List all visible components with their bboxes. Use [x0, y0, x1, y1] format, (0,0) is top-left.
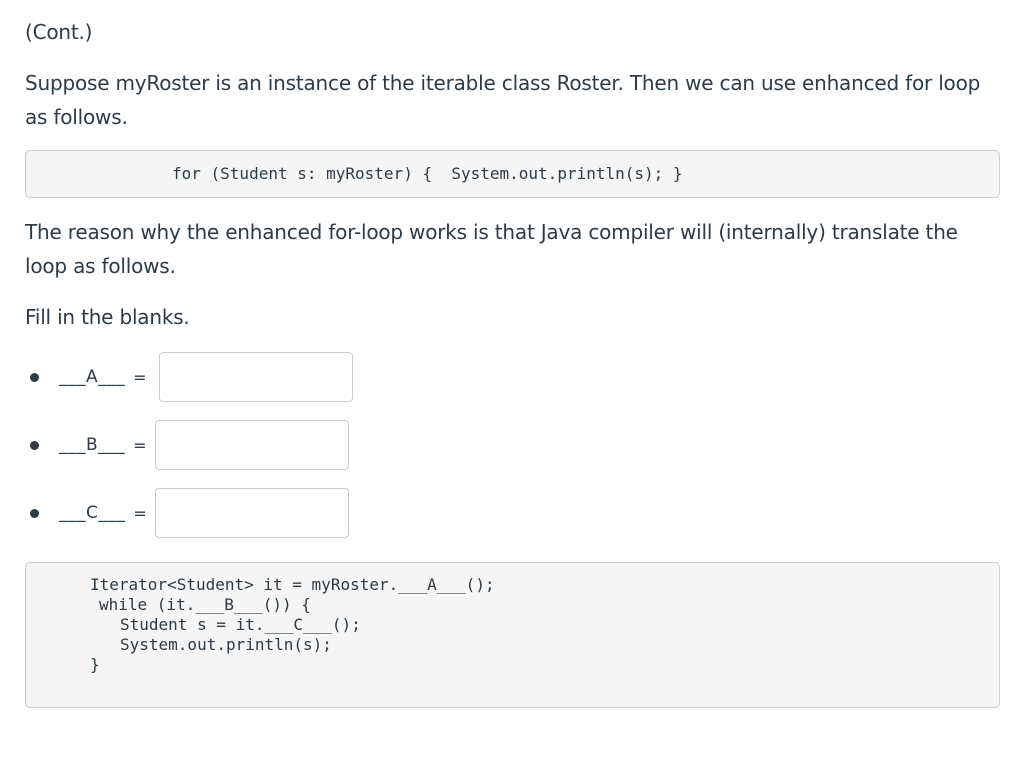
- translated-loop-code-block: Iterator<Student> it = myRoster.___A___(…: [25, 562, 1000, 708]
- answer-input-a[interactable]: [158, 352, 353, 402]
- intro-paragraph: Suppose myRoster is an instance of the i…: [25, 71, 981, 129]
- blank-label-c: ___C___: [59, 503, 126, 523]
- code-line: Iterator<Student> it = myRoster.___A___(…: [90, 575, 495, 594]
- code-line: while (it.___B___()) {: [99, 595, 311, 614]
- answer-input-c[interactable]: [154, 488, 349, 538]
- code-line: Student s = it.___C___();: [120, 615, 361, 634]
- answer-input-b[interactable]: [154, 420, 349, 470]
- bullet-icon: [30, 508, 39, 518]
- enhanced-for-code-block: for (Student s: myRoster) { System.out.p…: [25, 150, 1000, 198]
- reason-paragraph: The reason why the enhanced for-loop wor…: [25, 220, 958, 278]
- blank-label-b: ___B___: [59, 435, 126, 455]
- equals-sign: =: [133, 503, 147, 523]
- blank-row-c: ___C___ =: [30, 486, 349, 540]
- code-line: }: [90, 655, 100, 674]
- bullet-icon: [30, 372, 39, 382]
- bullet-icon: [30, 440, 39, 450]
- blank-row-b: ___B___ =: [30, 418, 349, 472]
- instruction-text: Fill in the blanks.: [25, 305, 190, 329]
- continuation-label: (Cont.): [25, 20, 93, 44]
- equals-sign: =: [133, 367, 147, 387]
- blank-label-a: ___A___: [59, 367, 126, 387]
- blank-row-a: ___A___ =: [30, 350, 353, 404]
- code-line: for (Student s: myRoster) { System.out.p…: [172, 164, 683, 183]
- equals-sign: =: [133, 435, 147, 455]
- code-line: System.out.println(s);: [120, 635, 332, 654]
